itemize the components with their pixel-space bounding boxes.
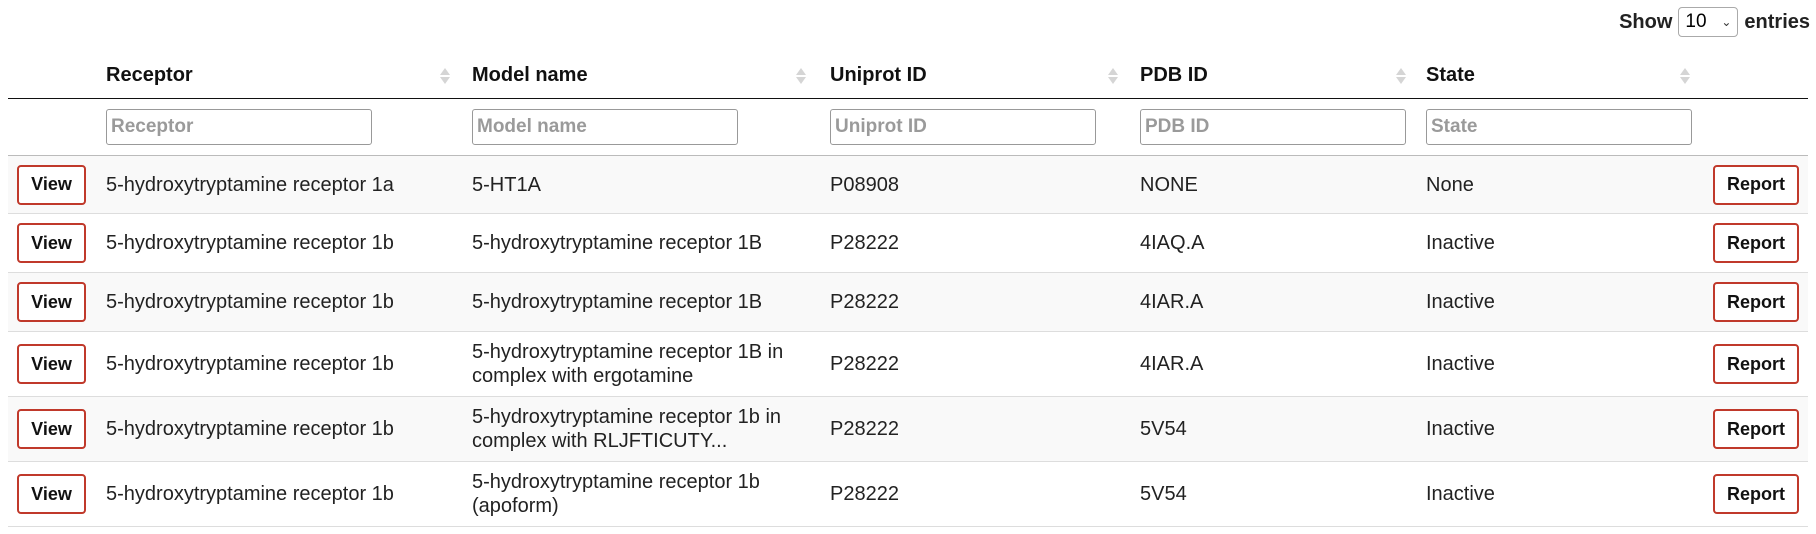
column-filters	[8, 99, 1808, 156]
pdb-id-cell: 4IAR.A	[1140, 291, 1204, 313]
uniprot-id-filter-input[interactable]	[830, 109, 1096, 145]
model-name-cell: 5-hydroxytryptamine receptor 1B	[472, 291, 763, 313]
page-length-control: Show 10 ⌄ entries	[1619, 6, 1810, 38]
report-button[interactable]: Report	[1713, 474, 1799, 514]
uniprot-id-cell: P28222	[830, 418, 899, 440]
receptor-cell: 5-hydroxytryptamine receptor 1a	[106, 173, 394, 196]
pdb-id-cell: NONE	[1140, 173, 1198, 196]
sort-icon[interactable]	[1680, 66, 1690, 86]
view-button[interactable]: View	[17, 344, 86, 384]
receptor-cell: 5-hydroxytryptamine receptor 1b	[106, 291, 394, 313]
state-cell: Inactive	[1426, 483, 1495, 505]
col-header-model-name[interactable]: Model name	[472, 64, 588, 87]
receptor-filter-input[interactable]	[106, 109, 372, 145]
table-row: View 5-hydroxytryptamine receptor 1b 5-h…	[8, 462, 1808, 527]
page-length-value: 10	[1685, 11, 1707, 32]
uniprot-id-cell: P28222	[830, 232, 899, 254]
report-button[interactable]: Report	[1713, 164, 1799, 205]
sort-icon[interactable]	[1396, 66, 1406, 86]
table-row: View 5-hydroxytryptamine receptor 1a 5-H…	[8, 156, 1808, 214]
table-row: View 5-hydroxytryptamine receptor 1b 5-h…	[8, 397, 1808, 462]
page-length-select[interactable]: 10 ⌄	[1678, 7, 1739, 37]
col-header-uniprot-id[interactable]: Uniprot ID	[830, 64, 927, 87]
report-button[interactable]: Report	[1713, 409, 1799, 449]
receptor-cell: 5-hydroxytryptamine receptor 1b	[106, 483, 394, 505]
view-button[interactable]: View	[17, 282, 86, 322]
receptor-cell: 5-hydroxytryptamine receptor 1b	[106, 353, 394, 375]
table-row: View 5-hydroxytryptamine receptor 1b 5-h…	[8, 332, 1808, 397]
table-row: View 5-hydroxytryptamine receptor 1b 5-h…	[8, 273, 1808, 332]
chevron-down-icon: ⌄	[1721, 15, 1732, 29]
view-button[interactable]: View	[17, 474, 86, 514]
state-cell: None	[1426, 173, 1474, 196]
model-name-cell: 5-hydroxytryptamine receptor 1B	[472, 232, 763, 254]
entries-label: entries	[1744, 10, 1810, 33]
state-filter-input[interactable]	[1426, 109, 1692, 145]
state-cell: Inactive	[1426, 291, 1495, 313]
pdb-id-cell: 5V54	[1140, 418, 1187, 440]
receptor-cell: 5-hydroxytryptamine receptor 1b	[106, 418, 394, 440]
model-name-cell: 5-hydroxytryptamine receptor 1b (apoform…	[472, 471, 760, 517]
sort-icon[interactable]	[796, 66, 806, 86]
view-button[interactable]: View	[17, 223, 86, 263]
model-name-cell: 5-HT1A	[472, 173, 541, 196]
uniprot-id-cell: P28222	[830, 353, 899, 375]
table-header: Receptor Model name Uniprot ID PDB ID St…	[8, 56, 1808, 99]
sort-icon[interactable]	[440, 66, 450, 86]
sort-icon[interactable]	[1108, 66, 1118, 86]
model-name-cell: 5-hydroxytryptamine receptor 1b in compl…	[472, 406, 782, 452]
receptor-cell: 5-hydroxytryptamine receptor 1b	[106, 232, 394, 254]
col-header-receptor[interactable]: Receptor	[106, 64, 193, 87]
state-cell: Inactive	[1426, 232, 1495, 254]
view-button[interactable]: View	[17, 409, 86, 449]
model-name-cell: 5-hydroxytryptamine receptor 1B in compl…	[472, 341, 784, 387]
uniprot-id-cell: P28222	[830, 291, 899, 313]
state-cell: Inactive	[1426, 418, 1495, 440]
report-button[interactable]: Report	[1713, 344, 1799, 384]
model-name-filter-input[interactable]	[472, 109, 738, 145]
show-label: Show	[1619, 10, 1673, 33]
col-header-pdb-id[interactable]: PDB ID	[1140, 64, 1208, 87]
col-header-state[interactable]: State	[1426, 64, 1475, 87]
uniprot-id-cell: P08908	[830, 173, 899, 196]
pdb-id-filter-input[interactable]	[1140, 109, 1406, 145]
view-button[interactable]: View	[17, 164, 86, 205]
table-row: View 5-hydroxytryptamine receptor 1b 5-h…	[8, 214, 1808, 273]
pdb-id-cell: 4IAR.A	[1140, 353, 1204, 375]
pdb-id-cell: 5V54	[1140, 483, 1187, 505]
state-cell: Inactive	[1426, 353, 1495, 375]
report-button[interactable]: Report	[1713, 223, 1799, 263]
report-button[interactable]: Report	[1713, 282, 1799, 322]
pdb-id-cell: 4IAQ.A	[1140, 232, 1205, 254]
uniprot-id-cell: P28222	[830, 483, 899, 505]
